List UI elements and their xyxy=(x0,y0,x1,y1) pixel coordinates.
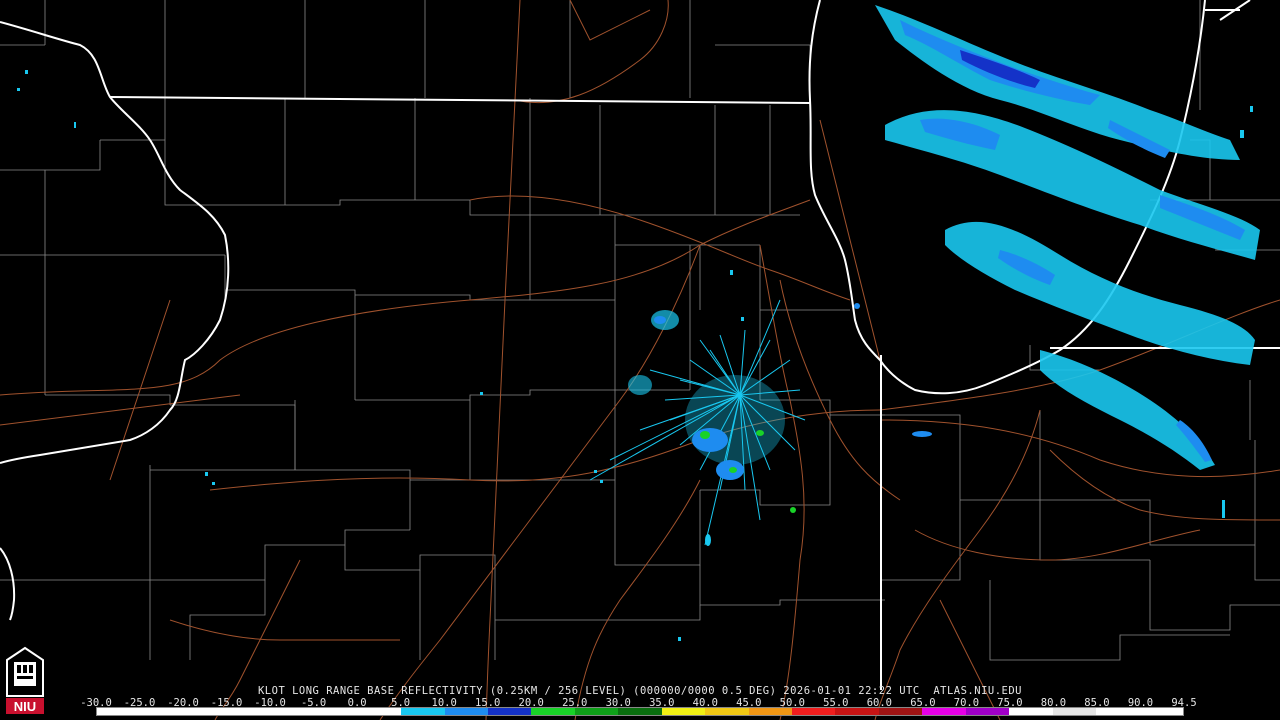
radar-map xyxy=(0,0,1280,720)
colorbar-segment xyxy=(183,708,228,715)
colorbar-segment xyxy=(531,708,576,715)
colorbar-segment xyxy=(965,708,1010,715)
lake-echo-band-south xyxy=(945,221,1255,470)
reflectivity-colorbar xyxy=(96,707,1184,716)
radar-echoes xyxy=(17,5,1260,641)
colorbar-segment xyxy=(1139,708,1184,715)
colorbar-segment xyxy=(705,708,750,715)
colorbar-segment xyxy=(444,708,489,715)
colorbar-segment xyxy=(314,708,359,715)
product-title: KLOT LONG RANGE BASE REFLECTIVITY (0.25K… xyxy=(257,685,1022,697)
niu-logo: NIU xyxy=(6,646,44,714)
colorbar-segment xyxy=(878,708,923,715)
radar-site-blobs xyxy=(628,303,932,546)
colorbar-segment xyxy=(357,708,402,715)
colorbar-segment xyxy=(1009,708,1054,715)
colorbar-segment xyxy=(574,708,619,715)
logo-text: NIU xyxy=(14,699,36,714)
colorbar-segment xyxy=(1052,708,1097,715)
colorbar-segment xyxy=(835,708,880,715)
colorbar-segment xyxy=(922,708,967,715)
colorbar-segment xyxy=(1096,708,1141,715)
colorbar-segment xyxy=(227,708,272,715)
colorbar-segment xyxy=(401,708,446,715)
colorbar-segment xyxy=(661,708,706,715)
colorbar-segment xyxy=(270,708,315,715)
colorbar-segment xyxy=(792,708,836,715)
colorbar-segment xyxy=(97,708,141,715)
colorbar-segment xyxy=(618,708,663,715)
colorbar-segment xyxy=(140,708,185,715)
colorbar-segment xyxy=(487,708,532,715)
color-scale-labels: -30.0 -25.0 -20.0 -15.0 -10.0 -5.0 0.0 5.0 10.0 1… xyxy=(80,697,1196,709)
colorbar-segment xyxy=(748,708,793,715)
